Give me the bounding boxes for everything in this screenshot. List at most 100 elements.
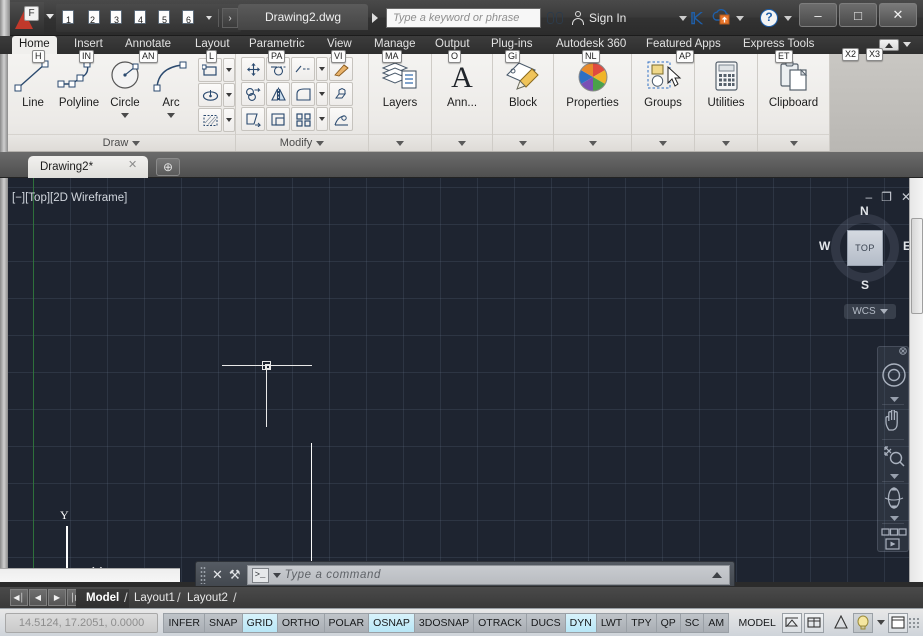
panel-groups-chevron-down-icon[interactable] (659, 141, 667, 146)
status-toggle-3dosnap[interactable]: 3DOSNAP (415, 613, 474, 633)
move-icon[interactable] (241, 57, 265, 81)
minimize-button[interactable]: – (799, 3, 837, 27)
qat-undo-button[interactable]: 6 (179, 6, 202, 30)
ribbon-collapse-chevron-down-icon[interactable] (903, 42, 911, 47)
array-icon[interactable] (291, 107, 315, 131)
command-line-customize-icon[interactable]: ⚒ (229, 567, 247, 583)
status-toggle-tpy[interactable]: TPY (627, 613, 656, 633)
ellipse-icon[interactable] (198, 83, 222, 107)
coordinate-readout[interactable]: 14.5124, 17.2051, 0.0000 (5, 613, 158, 633)
layout-tab-layout2[interactable]: Layout2 (177, 589, 238, 608)
view-cube-top-face[interactable]: TOP (847, 230, 883, 266)
app-menu-chevron-down-icon[interactable] (46, 14, 54, 19)
panel-title-draw[interactable]: Draw (8, 134, 235, 151)
command-prompt-chevron-down-icon[interactable] (273, 573, 281, 578)
status-toggle-infer[interactable]: INFER (163, 613, 205, 633)
panel-title-groups[interactable] (632, 134, 694, 151)
vertical-scrollbar[interactable] (909, 178, 923, 582)
ellipse-chevron-down-icon[interactable] (223, 83, 235, 107)
help-chevron-down-icon[interactable] (784, 16, 792, 21)
maximize-button[interactable]: □ (839, 3, 877, 27)
circle-button[interactable]: Circle (102, 57, 148, 118)
drawing-canvas[interactable]: [−][Top][2D Wireframe] – ❐ ✕ TOP N S W E… (0, 178, 923, 582)
view-cube-south[interactable]: S (861, 278, 869, 292)
status-toggle-ortho[interactable]: ORTHO (278, 613, 325, 633)
extend-icon[interactable] (329, 107, 353, 131)
view-cube-north[interactable]: N (860, 204, 869, 218)
status-toggle-dyn[interactable]: DYN (566, 613, 597, 633)
layout-first-button[interactable]: ◀│ (10, 589, 28, 606)
copy-icon[interactable] (241, 82, 265, 106)
explode-icon[interactable] (329, 82, 353, 106)
trim-icon[interactable] (291, 57, 315, 81)
hatch-chevron-down-icon[interactable] (223, 108, 235, 132)
qat-open-button[interactable]: 2 (83, 6, 106, 30)
viewport-minimize-icon[interactable]: – (865, 190, 872, 204)
status-toggle-otrack[interactable]: OTRACK (474, 613, 527, 633)
view-cube[interactable]: TOP N S W E (825, 208, 905, 288)
status-toggle-sc[interactable]: SC (681, 613, 705, 633)
panel-title-clipboard[interactable] (758, 134, 829, 151)
zoom-chevron-down-icon[interactable] (878, 472, 910, 481)
qat-save-button[interactable]: 3 (107, 6, 130, 30)
fillet-icon[interactable] (291, 82, 315, 106)
status-toggle-polar[interactable]: POLAR (325, 613, 370, 633)
properties-button[interactable]: Properties (557, 57, 629, 110)
panel-title-modify[interactable]: Modify (236, 134, 368, 151)
clipboard-button[interactable]: Clipboard (760, 57, 827, 110)
status-bar-resize-grip[interactable] (908, 617, 919, 629)
qat-customize-button[interactable]: › (222, 8, 238, 28)
show-motion-icon[interactable] (878, 524, 910, 556)
polyline-button[interactable]: Polyline (56, 57, 102, 110)
status-toggle-snap[interactable]: SNAP (205, 613, 243, 633)
layout-next-button[interactable]: ▶ (48, 589, 66, 606)
layers-button[interactable]: Layers (371, 57, 429, 110)
array-chevron-down-icon[interactable] (316, 107, 328, 131)
utilities-button[interactable]: Utilities (697, 57, 755, 110)
panel-annotation-chevron-down-icon[interactable] (458, 141, 466, 146)
panel-clipboard-chevron-down-icon[interactable] (790, 141, 798, 146)
sign-in-chevron-down-icon[interactable] (679, 16, 687, 21)
panel-title-properties[interactable] (554, 134, 631, 151)
qat-undo-chevron-down-icon[interactable] (203, 6, 215, 30)
space-switch-label[interactable]: MODEL (735, 613, 780, 633)
status-toggle-lwt[interactable]: LWT (597, 613, 627, 633)
autodesk-360-chevron-down-icon[interactable] (736, 16, 744, 21)
rectangle-chevron-down-icon[interactable] (223, 58, 235, 82)
vertical-scrollbar-thumb[interactable] (911, 218, 923, 314)
command-line[interactable]: ✕ ⚒ >_ Type a command (195, 561, 735, 589)
wcs-dropdown[interactable]: WCS (844, 304, 896, 319)
annotation-button[interactable]: A Ann... (434, 57, 490, 110)
status-toggle-grid[interactable]: GRID (243, 613, 278, 633)
block-button[interactable]: Block (495, 57, 551, 110)
search-binoculars-icon[interactable] (547, 10, 567, 26)
application-menu-button[interactable]: F (10, 2, 44, 34)
zoom-extents-icon[interactable] (878, 440, 910, 472)
panel-modify-chevron-down-icon[interactable] (316, 141, 324, 146)
scale-icon[interactable] (266, 107, 290, 131)
annotation-scale-icon[interactable] (831, 613, 851, 633)
autodesk-exchange-icon[interactable]: 𝕂 (690, 9, 702, 29)
sign-in-button[interactable]: Sign In (572, 9, 626, 27)
panel-title-layers[interactable] (369, 134, 431, 151)
qat-plot-button[interactable]: 5 (155, 6, 178, 30)
layout-tab-layout1[interactable]: Layout1 (124, 589, 185, 608)
panel-block-chevron-down-icon[interactable] (519, 141, 527, 146)
panel-utilities-chevron-down-icon[interactable] (722, 141, 730, 146)
layout-prev-button[interactable]: ◀ (29, 589, 47, 606)
circle-chevron-down-icon[interactable] (121, 113, 129, 118)
horizontal-scrollbar[interactable] (0, 568, 180, 582)
steering-wheel-icon[interactable] (878, 355, 910, 395)
mirror-icon[interactable] (266, 82, 290, 106)
viewport-label[interactable]: [−][Top][2D Wireframe] (12, 192, 127, 204)
orbit-chevron-down-icon[interactable] (878, 514, 910, 523)
navbar-close-icon[interactable] (878, 347, 910, 355)
new-document-tab-button[interactable]: ⊕ (156, 158, 180, 176)
panel-title-utilities[interactable] (695, 134, 757, 151)
status-toggle-ducs[interactable]: DUCS (527, 613, 566, 633)
document-title-chevron-right-icon[interactable] (372, 13, 378, 23)
command-input[interactable]: >_ Type a command (247, 565, 730, 585)
line-button[interactable]: Line (10, 57, 56, 110)
clean-screen-icon[interactable] (888, 613, 908, 633)
panel-draw-chevron-down-icon[interactable] (132, 141, 140, 146)
